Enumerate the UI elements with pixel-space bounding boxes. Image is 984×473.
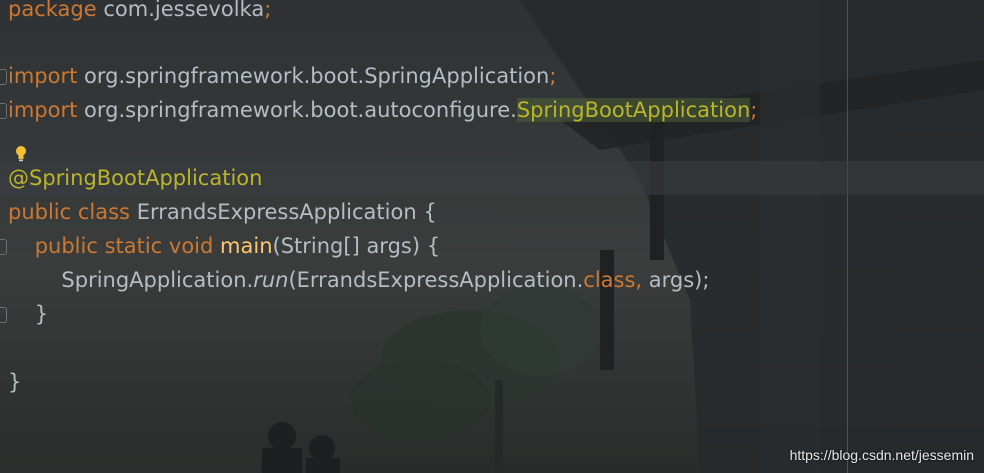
method-modifiers: public static void	[34, 234, 214, 258]
import-class-highlighted: SpringBootApplication	[516, 98, 751, 122]
annotation: @SpringBootApplication	[8, 166, 263, 190]
call-method: run	[253, 268, 289, 292]
fold-marker-icon[interactable]	[0, 69, 7, 85]
closing-brace: }	[34, 302, 49, 326]
closing-brace: }	[8, 370, 22, 394]
watermark-text: https://blog.csdn.net/jessemin	[789, 447, 974, 463]
code-line-class-close[interactable]: }	[0, 365, 984, 399]
code-line-package[interactable]: package com.jessevolka;	[0, 0, 984, 26]
lightbulb-icon[interactable]	[14, 144, 28, 162]
fold-marker-icon[interactable]	[0, 307, 7, 323]
import-keyword: import	[8, 64, 78, 88]
method-params: (String[] args) {	[272, 234, 441, 258]
code-line-run-call[interactable]: SpringApplication.run(ErrandsExpressAppl…	[0, 263, 984, 297]
class-modifiers: public class	[8, 200, 130, 224]
import-path: org.springframework.boot.autoconfigure.	[84, 98, 517, 122]
package-name: com.jessevolka	[103, 0, 265, 21]
code-line-import-2[interactable]: import org.springframework.boot.autoconf…	[0, 93, 984, 127]
code-line-method-decl[interactable]: public static void main(String[] args) {	[0, 229, 984, 263]
fold-marker-icon[interactable]	[0, 103, 7, 119]
class-keyword: class,	[583, 268, 643, 292]
import-keyword: import	[8, 98, 78, 122]
fold-marker-icon[interactable]	[0, 239, 7, 255]
code-line-class-decl[interactable]: public class ErrandsExpressApplication {	[0, 195, 984, 229]
package-keyword: package	[8, 0, 97, 21]
method-name: main	[220, 234, 273, 258]
call-target: SpringApplication.	[61, 268, 254, 292]
code-line-method-close[interactable]: }	[0, 297, 984, 331]
code-line-import-1[interactable]: import org.springframework.boot.SpringAp…	[0, 59, 984, 93]
class-name: ErrandsExpressApplication	[136, 200, 417, 224]
code-editor[interactable]: package com.jessevolka; import org.sprin…	[0, 0, 984, 473]
code-line-annotation[interactable]: @SpringBootApplication	[0, 161, 984, 195]
import-path: org.springframework.boot.SpringApplicati…	[84, 64, 550, 88]
